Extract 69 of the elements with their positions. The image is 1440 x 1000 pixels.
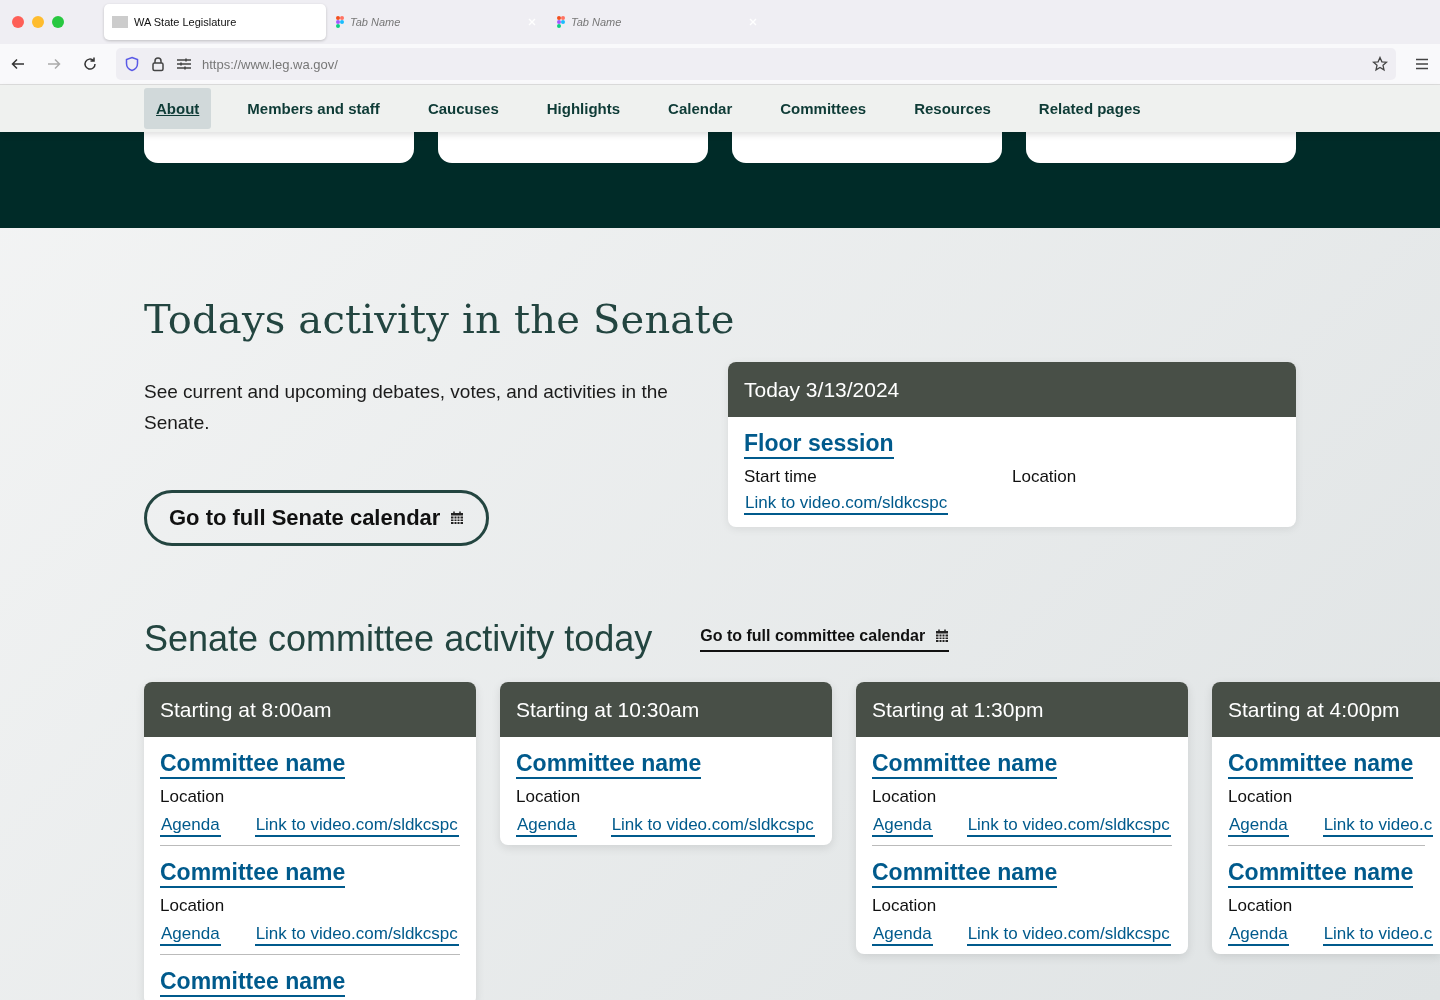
- agenda-link[interactable]: Agenda: [160, 815, 221, 837]
- location-label: Location: [160, 787, 225, 807]
- section-heading: Senate committee activity today: [144, 618, 653, 660]
- video-link[interactable]: Link to video.com/sldkcspc: [966, 924, 1171, 946]
- nav-link[interactable]: Committees: [768, 88, 879, 129]
- card-header: Starting at 8:00am: [144, 682, 476, 737]
- nav-link[interactable]: About: [144, 88, 212, 129]
- address-field[interactable]: https://www.leg.wa.gov/: [116, 48, 1396, 80]
- nav-link[interactable]: Calendar: [656, 88, 745, 129]
- event-link[interactable]: Floor session: [744, 429, 894, 459]
- committee-link[interactable]: Committee name: [1228, 749, 1414, 779]
- location-label: Location: [160, 896, 225, 916]
- agenda-link[interactable]: Agenda: [1228, 924, 1289, 946]
- card-header: Starting at 4:00pm: [1212, 682, 1440, 737]
- calendar-icon: [450, 511, 465, 525]
- close-window-button[interactable]: [12, 16, 24, 28]
- url-text: https://www.leg.wa.gov/: [202, 56, 339, 72]
- nav-link[interactable]: Members and staff: [235, 88, 392, 129]
- browser-tab[interactable]: WA State Legislature: [104, 4, 326, 40]
- calendar-icon: [935, 628, 950, 643]
- video-link[interactable]: Link to video.com/sldkcspc: [744, 493, 949, 515]
- agenda-link[interactable]: Agenda: [872, 815, 933, 837]
- favicon-icon: [112, 16, 128, 28]
- lock-icon[interactable]: [150, 56, 166, 72]
- committee-link[interactable]: Committee name: [1228, 858, 1414, 888]
- bookmark-star-icon[interactable]: [1372, 56, 1388, 72]
- favicon-icon: [557, 16, 565, 28]
- favicon-icon: [336, 16, 344, 28]
- tab-title: Tab Name: [571, 16, 623, 28]
- tab-title: Tab Name: [350, 16, 402, 28]
- committee-link[interactable]: Committee name: [160, 858, 346, 888]
- sliders-icon[interactable]: [176, 56, 192, 72]
- committee-link[interactable]: Committee name: [516, 749, 702, 779]
- agenda-link[interactable]: Agenda: [516, 815, 577, 837]
- location-label: Location: [872, 787, 937, 807]
- video-link[interactable]: Link to video.com/sldkcspc: [254, 924, 459, 946]
- committee-link[interactable]: Committee name: [160, 967, 346, 997]
- committee-calendar-link[interactable]: Go to full committee calendar: [700, 626, 950, 652]
- committee-link[interactable]: Committee name: [872, 858, 1058, 888]
- agenda-link[interactable]: Agenda: [160, 924, 221, 946]
- video-link[interactable]: Link to video.com/sldkcspc: [966, 815, 1171, 837]
- nav-link[interactable]: Caucuses: [415, 88, 511, 129]
- card-header: Starting at 1:30pm: [856, 682, 1188, 737]
- card-header: Today 3/13/2024: [728, 362, 1296, 417]
- location-label: Location: [1228, 787, 1293, 807]
- video-link[interactable]: Link to video.c: [1322, 924, 1434, 946]
- location-label: Location: [1228, 896, 1293, 916]
- start-time-label: Start time: [744, 467, 818, 487]
- intro-text: See current and upcoming debates, votes, and activities in the Senate.: [144, 380, 669, 435]
- tab-title: WA State Legislature: [134, 16, 238, 28]
- nav-link[interactable]: Related pages: [1026, 88, 1153, 129]
- senate-calendar-button[interactable]: Go to full Senate calendar: [144, 490, 490, 546]
- video-link[interactable]: Link to video.com/sldkcspc: [254, 815, 459, 837]
- nav-link[interactable]: Resources: [902, 88, 1003, 129]
- location-label: Location: [516, 787, 581, 807]
- location-label: Location: [1012, 467, 1077, 487]
- agenda-link[interactable]: Agenda: [1228, 815, 1289, 837]
- video-link[interactable]: Link to video.com/sldkcspc: [610, 815, 815, 837]
- committee-link[interactable]: Committee name: [160, 749, 346, 779]
- agenda-link[interactable]: Agenda: [872, 924, 933, 946]
- card-header: Starting at 10:30am: [500, 682, 832, 737]
- browser-tab[interactable]: Tab Name: [326, 4, 547, 40]
- nav-link[interactable]: Highlights: [534, 88, 633, 129]
- video-link[interactable]: Link to video.c: [1322, 815, 1434, 837]
- committee-link[interactable]: Committee name: [872, 749, 1058, 779]
- section-heading: Todays activity in the Senate: [144, 296, 736, 342]
- browser-tab[interactable]: Tab Name: [547, 4, 768, 40]
- shield-icon[interactable]: [124, 56, 140, 72]
- location-label: Location: [872, 896, 937, 916]
